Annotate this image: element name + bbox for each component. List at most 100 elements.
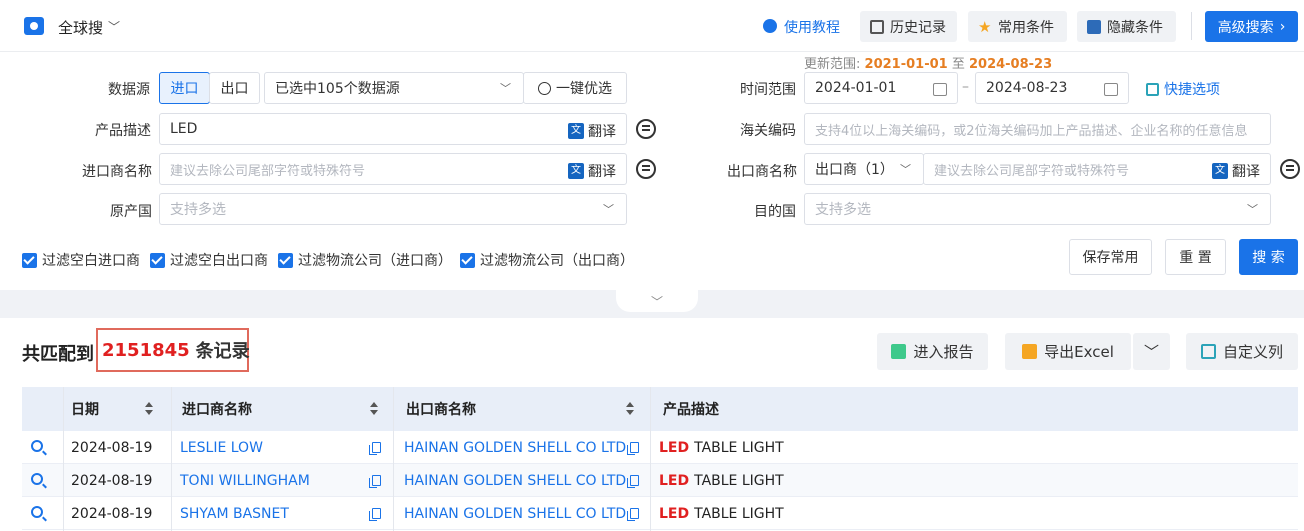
origin-select[interactable]: 支持多选 ﹀ [159,193,627,225]
translate-button[interactable]: 文 翻译 [1212,157,1260,184]
enter-report-button[interactable]: 进入报告 [877,333,988,370]
collapse-toggle[interactable]: ﹀ [616,290,698,312]
copy-icon[interactable] [627,442,639,455]
check-circle-icon [538,81,551,95]
translate-icon: 文 [568,163,584,179]
filter-logistics-exporter-checkbox[interactable]: 过滤物流公司（出口商） [460,250,634,270]
columns-icon [1200,344,1216,359]
lookup-icon[interactable] [636,159,656,179]
checkbox-checked-icon [460,252,475,268]
data-source-label: 数据源 [108,82,150,98]
table-row[interactable]: 2024-08-19 TONI WILLINGHAM HAINAN GOLDEN… [22,464,1298,497]
hs-code-input[interactable]: 支持4位以上海关编码，或2位海关编码加上产品描述、企业名称的任意信息 [804,113,1271,145]
exporter-link[interactable]: HAINAN GOLDEN SHELL CO LTD [404,431,626,464]
app-logo-icon [24,17,44,35]
top-bar: 全球搜 ﹀ 使用教程 历史记录 ★ 常用条件 隐藏条件 高级搜索 › [0,0,1304,52]
calendar-icon [1104,83,1118,96]
importer-input[interactable]: 建议去除公司尾部字符或特殊符号 文 翻译 [159,153,627,185]
importer-link[interactable]: SHYAM BASNET [180,497,289,530]
chevron-down-icon: ﹀ [650,294,663,309]
lookup-icon[interactable] [636,119,656,139]
filter-logistics-importer-checkbox[interactable]: 过滤物流公司（进口商） [278,250,452,270]
import-tab[interactable]: 进口 [159,72,210,104]
hide-conditions-button[interactable]: 隐藏条件 [1077,11,1176,42]
search-icon[interactable] [31,473,43,485]
origin-label: 原产国 [110,204,152,220]
advanced-search-button[interactable]: 高级搜索 › [1205,11,1298,42]
date-cell: 2024-08-19 [71,439,153,456]
exporter-input[interactable]: 建议去除公司尾部字符或特殊符号 文 翻译 [923,153,1271,185]
brand-title[interactable]: 全球搜 [58,17,103,38]
date-start-input[interactable]: 2024-01-01 [804,72,958,104]
search-button[interactable]: 搜 索 [1239,239,1298,275]
update-range: 更新范围: 2021-01-01 至 2024-08-23 [804,57,1053,72]
date-end-input[interactable]: 2024-08-23 [975,72,1129,104]
export-options-dropdown[interactable]: ﹀ [1133,333,1170,370]
copy-icon[interactable] [369,475,381,488]
column-header-exporter[interactable]: 出口商名称 [406,387,476,431]
column-divider [393,387,394,531]
time-range-label: 时间范围 [740,82,796,98]
table-row[interactable]: 2024-08-19 SHYAM BASNET HAINAN GOLDEN SH… [22,497,1298,530]
dest-select[interactable]: 支持多选 ﹀ [804,193,1271,225]
one-key-optimize-button[interactable]: 一键优选 [523,72,627,104]
exporter-link[interactable]: HAINAN GOLDEN SHELL CO LTD [404,464,626,497]
product-cell: LED TABLE LIGHT [659,439,784,456]
product-desc-input[interactable]: LED 文 翻译 [159,113,627,145]
chevron-down-icon: ﹀ [500,82,511,95]
copy-icon[interactable] [369,508,381,521]
importer-label: 进口商名称 [82,164,152,180]
result-count-highlight: 2151845 条记录 [96,328,250,372]
table-header: 日期 进口商名称 出口商名称 产品描述 [22,387,1298,431]
chevron-down-icon[interactable]: ﹀ [108,18,120,35]
divider [1191,12,1192,40]
filter-blank-exporter-checkbox[interactable]: 过滤空白出口商 [150,250,268,270]
importer-link[interactable]: LESLIE LOW [180,431,263,464]
product-cell: LED TABLE LIGHT [659,472,784,489]
lookup-icon[interactable] [1280,159,1300,179]
history-button[interactable]: 历史记录 [860,11,957,42]
importer-link[interactable]: TONI WILLINGHAM [180,464,310,497]
sort-icon[interactable] [626,402,635,416]
exporter-type-select[interactable]: 出口商（1） ﹀ [804,153,924,185]
quick-options-icon [1146,82,1159,96]
column-header-product[interactable]: 产品描述 [663,387,719,431]
product-cell: LED TABLE LIGHT [659,505,784,522]
report-icon [891,344,907,359]
translate-button[interactable]: 文 翻译 [568,157,616,184]
dest-label: 目的国 [754,204,796,220]
exporter-link[interactable]: HAINAN GOLDEN SHELL CO LTD [404,497,626,530]
chevron-right-icon: › [1279,18,1286,35]
column-divider [171,387,172,531]
data-source-select[interactable]: 已选中105个数据源 ﹀ [264,72,524,104]
product-desc-label: 产品描述 [95,123,151,139]
date-separator: – [962,79,969,95]
quick-options-link[interactable]: 快捷选项 [1146,79,1220,99]
chevron-down-icon: ﹀ [603,203,614,216]
search-icon[interactable] [31,440,43,452]
save-common-button[interactable]: 保存常用 [1069,239,1152,275]
sort-icon[interactable] [370,402,379,416]
table-row[interactable]: 2024-08-19 LESLIE LOW HAINAN GOLDEN SHEL… [22,431,1298,464]
result-suffix: 条记录 [195,341,250,362]
translate-button[interactable]: 文 翻译 [568,117,616,144]
filter-blank-importer-checkbox[interactable]: 过滤空白进口商 [22,250,140,270]
custom-columns-button[interactable]: 自定义列 [1186,333,1298,370]
reset-button[interactable]: 重 置 [1165,239,1226,275]
copy-icon[interactable] [627,508,639,521]
export-excel-button[interactable]: 导出Excel [1005,333,1131,370]
copy-icon[interactable] [369,442,381,455]
result-count: 2151845 [102,339,190,361]
common-conditions-button[interactable]: ★ 常用条件 [968,11,1067,42]
tutorial-link[interactable]: 使用教程 [784,17,840,37]
export-tab[interactable]: 出口 [209,72,260,104]
date-cell: 2024-08-19 [71,472,153,489]
excel-icon [1022,344,1038,359]
checkbox-checked-icon [22,252,37,268]
search-icon[interactable] [31,506,43,518]
sort-icon[interactable] [145,402,154,416]
column-header-importer[interactable]: 进口商名称 [182,387,252,431]
column-header-date[interactable]: 日期 [71,387,99,431]
copy-icon[interactable] [627,475,639,488]
result-prefix: 共匹配到 [22,344,94,365]
